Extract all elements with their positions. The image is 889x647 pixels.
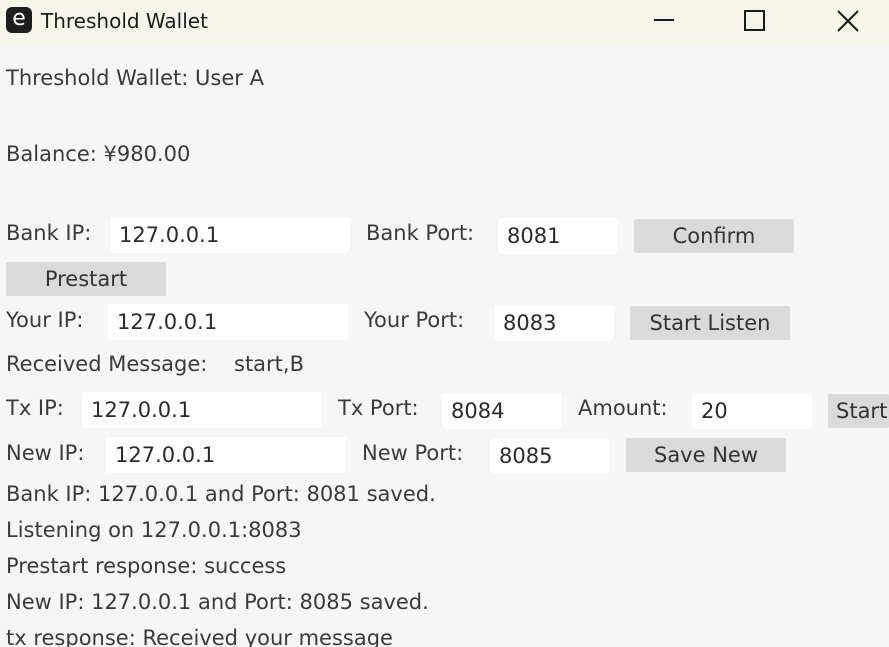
tx-ip-label: Tx IP: [6,396,64,420]
balance-label: Balance: ¥980.00 [6,142,191,166]
new-port-input[interactable]: 8085 [490,438,610,474]
start-tx-button[interactable]: Start [828,394,889,428]
page-title: Threshold Wallet: User A [6,66,264,90]
log-line: Listening on 127.0.0.1:8083 [6,518,302,542]
save-new-button[interactable]: Save New [626,438,786,472]
your-ip-input[interactable]: 127.0.0.1 [108,304,348,340]
log-line: Prestart response: success [6,554,287,578]
maximize-button[interactable] [732,4,778,38]
log-line: New IP: 127.0.0.1 and Port: 8085 saved. [6,590,429,614]
your-ip-label: Your IP: [6,308,84,332]
bank-port-label: Bank Port: [366,221,475,245]
amount-input[interactable]: 20 [692,393,812,429]
amount-label: Amount: [578,396,668,420]
log-line: Bank IP: 127.0.0.1 and Port: 8081 saved. [6,482,436,506]
new-ip-label: New IP: [6,441,85,465]
window-title: Threshold Wallet [41,9,208,33]
log-line: tx response: Received your message [6,626,393,647]
prestart-button[interactable]: Prestart [6,262,166,296]
new-port-label: New Port: [362,441,464,465]
tx-port-input[interactable]: 8084 [442,393,562,429]
main-content: Threshold Wallet: User A Balance: ¥980.0… [0,46,889,647]
minimize-button[interactable] [641,4,687,38]
tx-port-label: Tx Port: [338,396,419,420]
bank-ip-input[interactable]: 127.0.0.1 [110,217,350,253]
received-message-label: Received Message: [6,352,208,376]
tx-ip-input[interactable]: 127.0.0.1 [82,392,322,428]
app-icon: e [6,7,32,33]
close-button[interactable] [825,4,871,38]
confirm-button[interactable]: Confirm [634,219,794,253]
close-icon [837,10,859,32]
start-listen-button[interactable]: Start Listen [630,306,790,340]
bank-port-input[interactable]: 8081 [498,218,618,254]
minimize-icon [654,19,674,21]
maximize-icon [744,10,765,31]
bank-ip-label: Bank IP: [6,221,92,245]
received-message-value: start,B [234,352,304,376]
your-port-input[interactable]: 8083 [494,305,614,341]
new-ip-input[interactable]: 127.0.0.1 [106,437,346,473]
your-port-label: Your Port: [364,308,465,332]
title-bar: e Threshold Wallet [0,0,889,46]
